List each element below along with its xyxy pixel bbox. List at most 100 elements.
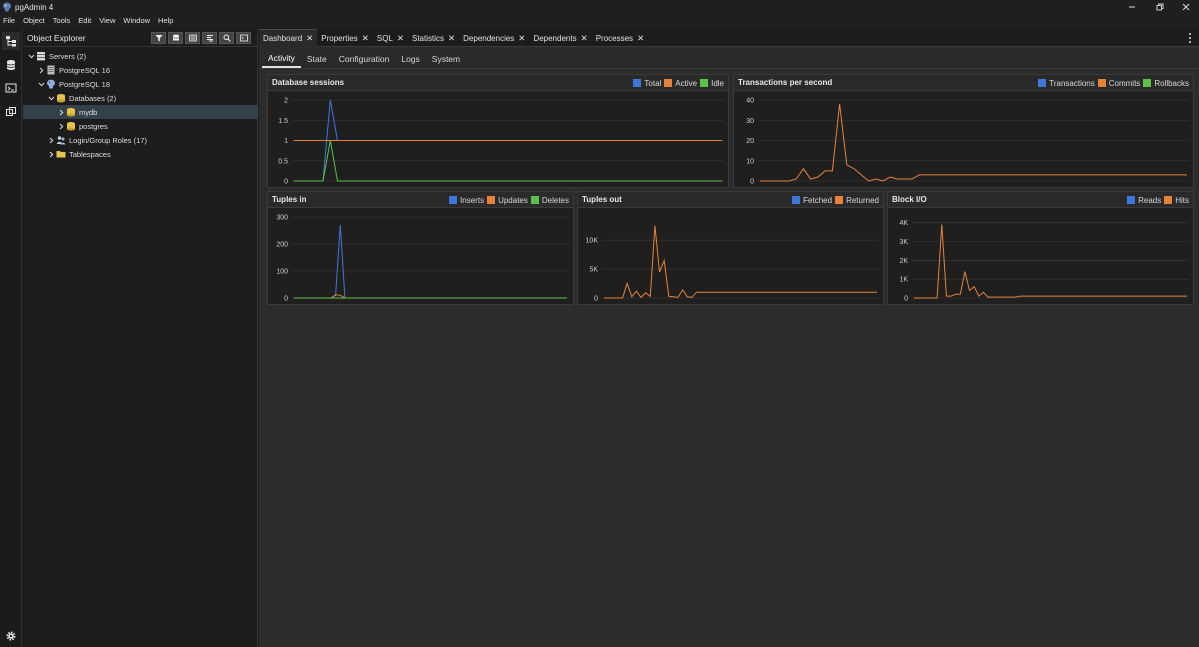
- close-icon[interactable]: ✕: [581, 33, 588, 44]
- close-icon[interactable]: ✕: [637, 33, 644, 44]
- chevron-right-icon[interactable]: [47, 136, 55, 144]
- legend-item[interactable]: Fetched: [792, 196, 832, 205]
- table-button[interactable]: [185, 32, 200, 44]
- chevron-down-icon[interactable]: [27, 52, 35, 60]
- subtab-configuration[interactable]: Configuration: [333, 49, 396, 68]
- chevron-down-icon[interactable]: [47, 94, 55, 102]
- tree-node-login-group-roles[interactable]: Login/Group Roles (17): [23, 133, 258, 147]
- tab-statistics[interactable]: Statistics ✕: [408, 29, 459, 47]
- close-icon[interactable]: ✕: [518, 33, 525, 44]
- psql-toolbar-button[interactable]: [236, 32, 251, 44]
- legend-item[interactable]: Idle: [700, 79, 724, 88]
- tree-node-servers[interactable]: Servers (2): [23, 49, 258, 63]
- close-icon[interactable]: ✕: [448, 33, 455, 44]
- psql-tool-button[interactable]: [2, 79, 20, 97]
- menu-edit[interactable]: Edit: [74, 14, 95, 27]
- view-data-button[interactable]: [168, 32, 183, 44]
- panel-tab-bar: Dashboard ✕ Properties ✕ SQL ✕ Statistics ✕ …: [259, 29, 1199, 47]
- series-line-commits: [760, 103, 1187, 182]
- object-explorer-button[interactable]: [2, 32, 20, 50]
- subtab-activity[interactable]: Activity: [262, 49, 301, 68]
- legend-item[interactable]: Commits: [1097, 79, 1140, 88]
- tree-node-postgresql-18[interactable]: PostgreSQL 18: [23, 77, 258, 91]
- menu-view[interactable]: View: [95, 14, 119, 27]
- y-tick-label: 200: [276, 242, 288, 249]
- chevron-right-icon[interactable]: [57, 108, 65, 116]
- server-group-icon: [37, 52, 45, 61]
- search-objects-button[interactable]: [219, 32, 234, 44]
- tab-dependents[interactable]: Dependents ✕: [529, 29, 591, 47]
- subtab-state[interactable]: State: [301, 49, 333, 68]
- menu-window[interactable]: Window: [119, 14, 154, 27]
- subtab-logs[interactable]: Logs: [395, 49, 425, 68]
- legend-item[interactable]: Total: [633, 79, 661, 88]
- y-tick-label: 10: [746, 158, 754, 165]
- menu-help[interactable]: Help: [154, 14, 177, 27]
- chart-plot: 0 100 200 300: [276, 215, 569, 303]
- tree-node-postgres[interactable]: postgres: [23, 119, 258, 133]
- database-icon: [67, 108, 75, 117]
- close-icon[interactable]: ✕: [306, 33, 313, 44]
- tree-node-mydb[interactable]: mydb: [23, 105, 258, 119]
- chart-title: Block I/O: [892, 195, 927, 204]
- legend-label: Total: [644, 78, 662, 88]
- legend-item[interactable]: Rollbacks: [1143, 79, 1189, 88]
- query-tool-button[interactable]: [2, 56, 20, 74]
- subtab-system[interactable]: System: [426, 49, 466, 68]
- legend-item[interactable]: Inserts: [449, 196, 484, 205]
- legend-item[interactable]: Hits: [1164, 196, 1189, 205]
- y-tick-label: 4K: [899, 220, 908, 227]
- search-icon: [223, 34, 231, 42]
- chevron-right-icon[interactable]: [57, 122, 65, 130]
- tree-node-postgresql-16[interactable]: PostgreSQL 16: [23, 63, 258, 77]
- menu-tools[interactable]: Tools: [49, 14, 75, 27]
- legend-item[interactable]: Deletes: [530, 196, 569, 205]
- tab-properties[interactable]: Properties ✕: [317, 29, 373, 47]
- title-bar: pgAdmin 4: [0, 0, 1199, 14]
- tree-node-tablespaces[interactable]: Tablespaces: [23, 147, 258, 161]
- legend-item[interactable]: Transactions: [1038, 79, 1095, 88]
- chevron-down-icon[interactable]: [37, 80, 45, 88]
- chart-plot: 0 0.5 1 1.5 2: [278, 98, 724, 186]
- postgresql-elephant-icon: [47, 79, 55, 89]
- legend-item[interactable]: Reads: [1127, 196, 1161, 205]
- minimize-button[interactable]: [1118, 0, 1146, 14]
- database-icon: [67, 122, 75, 131]
- tree-node-label: PostgreSQL 16: [59, 65, 111, 75]
- tab-processes[interactable]: Processes ✕: [592, 29, 648, 47]
- filter-button[interactable]: [151, 32, 166, 44]
- legend-swatch: [792, 196, 801, 204]
- object-tree: Servers (2) PostgreSQL 16 PostgreSQL 18 …: [23, 49, 258, 161]
- close-icon[interactable]: ✕: [397, 33, 404, 44]
- tree-node-label: PostgreSQL 18: [59, 79, 111, 89]
- chart-plot: 0 5K 10K: [586, 225, 879, 303]
- y-tick-label: 0.5: [278, 158, 288, 165]
- restore-button[interactable]: [1146, 0, 1174, 14]
- chevron-right-icon[interactable]: [37, 66, 45, 74]
- legend-swatch: [1164, 196, 1173, 204]
- databases-folder-icon: [57, 94, 65, 103]
- chart-card-block-io: Block I/O Reads Hits 0 1K 2K 3K 4K: [887, 191, 1194, 305]
- settings-button[interactable]: [2, 627, 20, 645]
- tree-node-label: Tablespaces: [69, 149, 111, 159]
- legend-label: Fetched: [803, 195, 833, 205]
- properties-button[interactable]: [202, 32, 217, 44]
- tree-node-databases[interactable]: Databases (2): [23, 91, 258, 105]
- legend-item[interactable]: Updates: [487, 196, 528, 205]
- schema-diff-button[interactable]: [2, 103, 20, 121]
- legend-item[interactable]: Active: [664, 79, 697, 88]
- tab-dependencies[interactable]: Dependencies ✕: [459, 29, 529, 47]
- chevron-right-icon[interactable]: [47, 150, 55, 158]
- tab-sql[interactable]: SQL ✕: [373, 29, 408, 47]
- menu-object[interactable]: Object: [19, 14, 49, 27]
- close-window-button[interactable]: [1172, 0, 1199, 14]
- tab-dashboard[interactable]: Dashboard ✕: [259, 29, 318, 47]
- close-icon[interactable]: ✕: [362, 33, 369, 44]
- legend-item[interactable]: Returned: [835, 196, 879, 205]
- legend-label: Hits: [1175, 195, 1189, 205]
- chart-legend: Total Active Idle: [633, 75, 724, 91]
- more-options-icon[interactable]: [1187, 32, 1193, 44]
- menu-file[interactable]: File: [0, 14, 19, 27]
- legend-swatch: [1038, 79, 1047, 87]
- chart-title: Database sessions: [272, 78, 345, 87]
